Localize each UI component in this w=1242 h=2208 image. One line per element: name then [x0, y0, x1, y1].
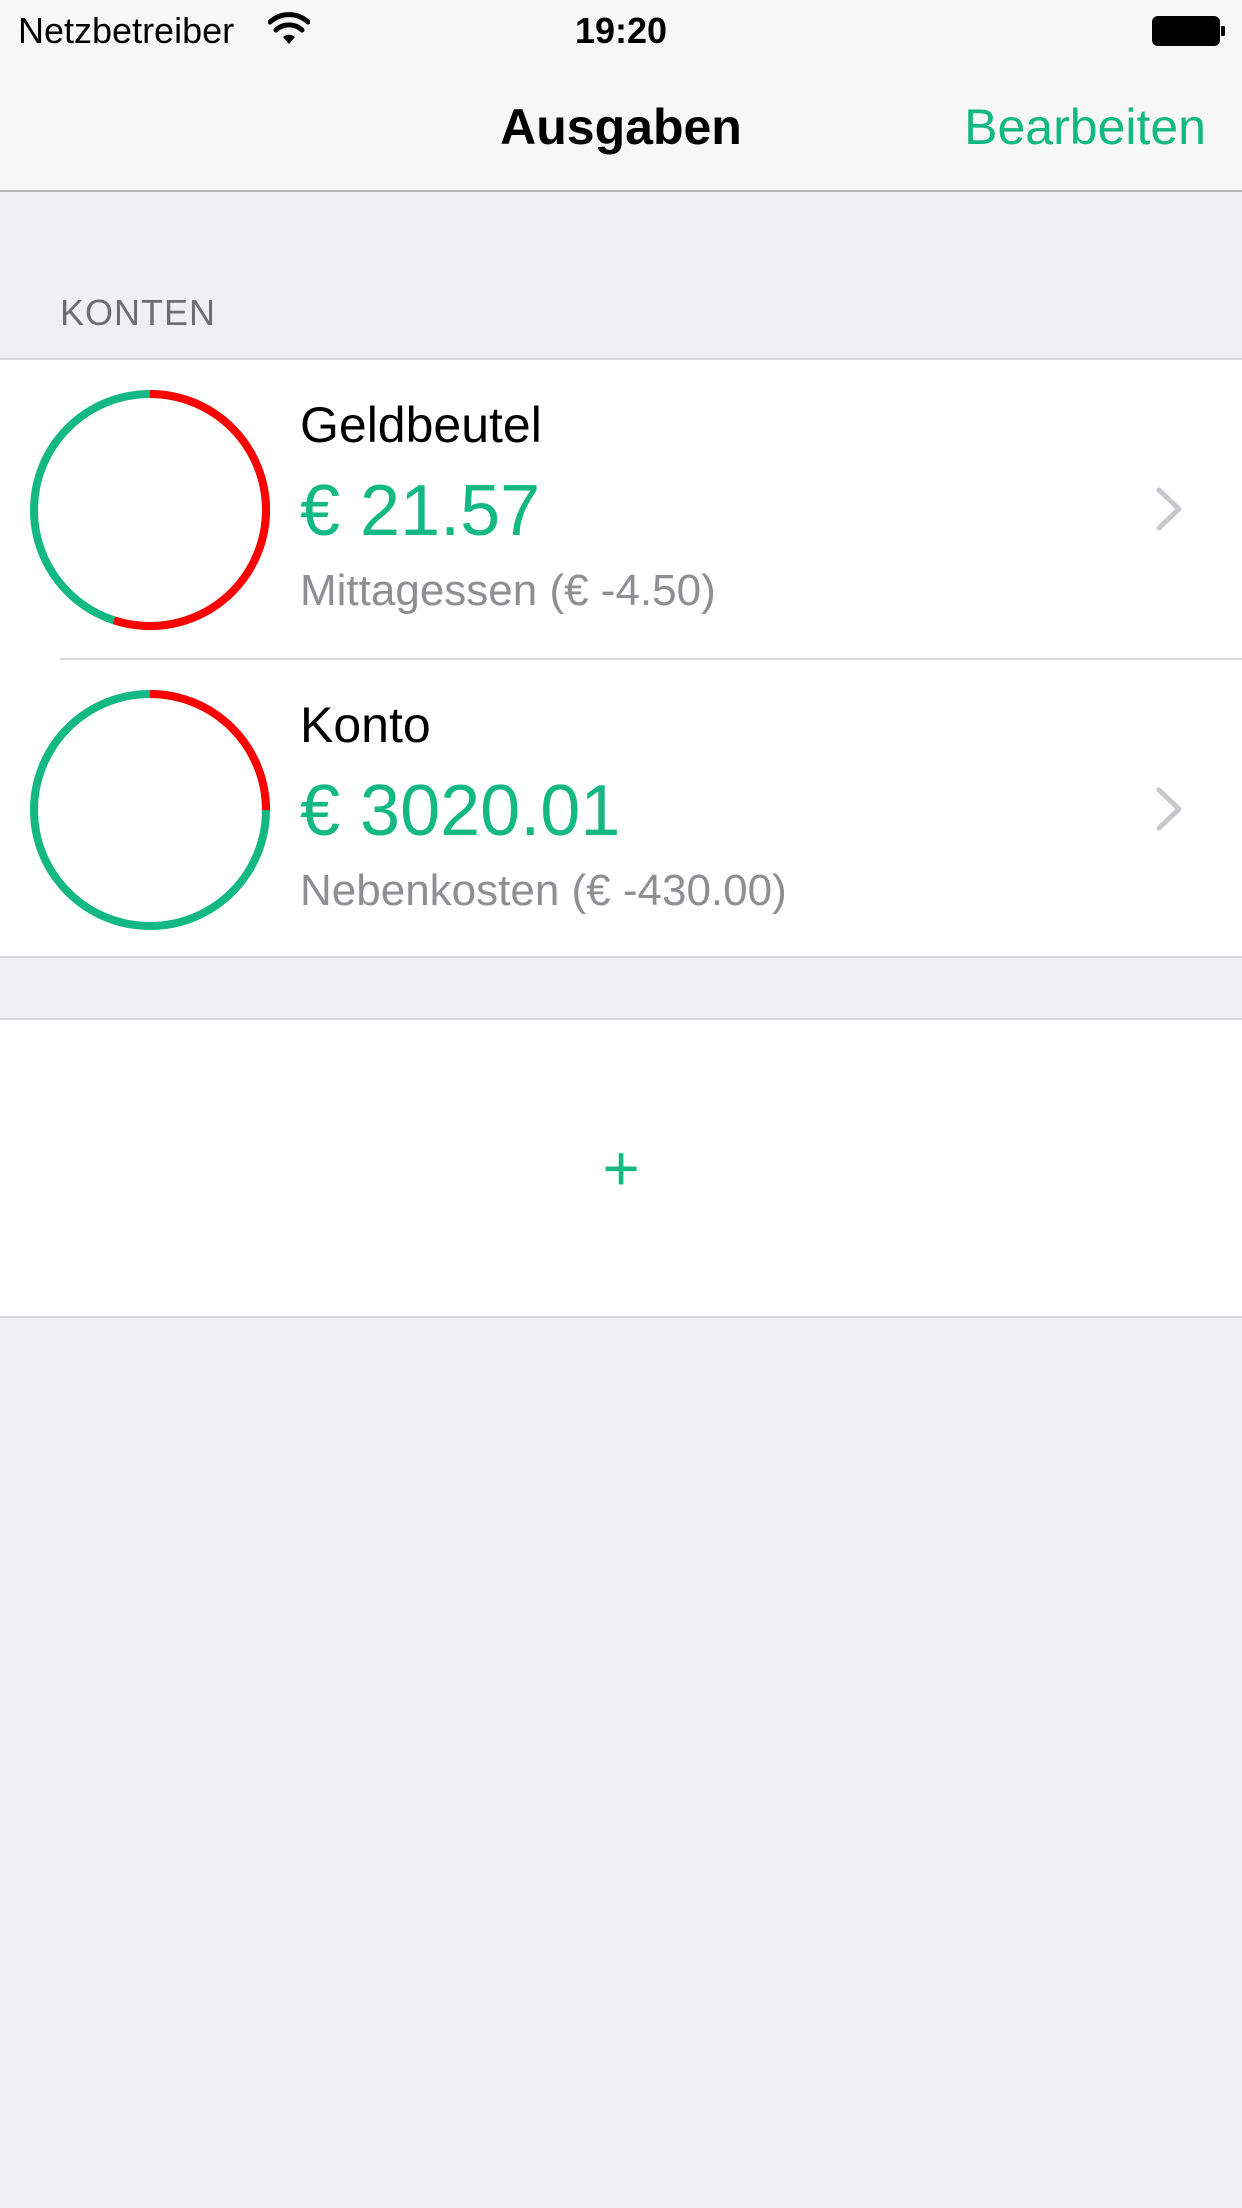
chevron-right-icon [1156, 487, 1182, 531]
account-row-konto[interactable]: Konto € 3020.01 Nebenkosten (€ -430.00) [0, 660, 1242, 959]
edit-button[interactable]: Bearbeiten [964, 98, 1206, 156]
status-time: 19:20 [574, 10, 668, 51]
account-row-geldbeutel[interactable]: Geldbeutel € 21.57 Mittagessen (€ -4.50) [0, 360, 1242, 660]
account-ring-icon [30, 390, 270, 630]
section-header-accounts: KONTEN [60, 292, 217, 333]
account-last-transaction: Nebenkosten (€ -430.00) [300, 866, 787, 915]
add-account-group: + [0, 1018, 1242, 1318]
account-ring-icon [30, 690, 270, 930]
battery-icon [1152, 16, 1225, 46]
account-balance: € 21.57 [300, 471, 541, 551]
accounts-list: Geldbeutel € 21.57 Mittagessen (€ -4.50)… [0, 358, 1242, 958]
account-name: Geldbeutel [300, 397, 542, 453]
navigation-bar: Ausgaben Bearbeiten [0, 60, 1242, 192]
account-name: Konto [300, 697, 431, 753]
status-bar: Netzbetreiber 19:20 [0, 0, 1242, 60]
add-account-button[interactable]: + [0, 1020, 1242, 1316]
chevron-right-icon [1156, 787, 1182, 831]
account-balance: € 3020.01 [300, 771, 621, 851]
account-last-transaction: Mittagessen (€ -4.50) [300, 566, 716, 615]
